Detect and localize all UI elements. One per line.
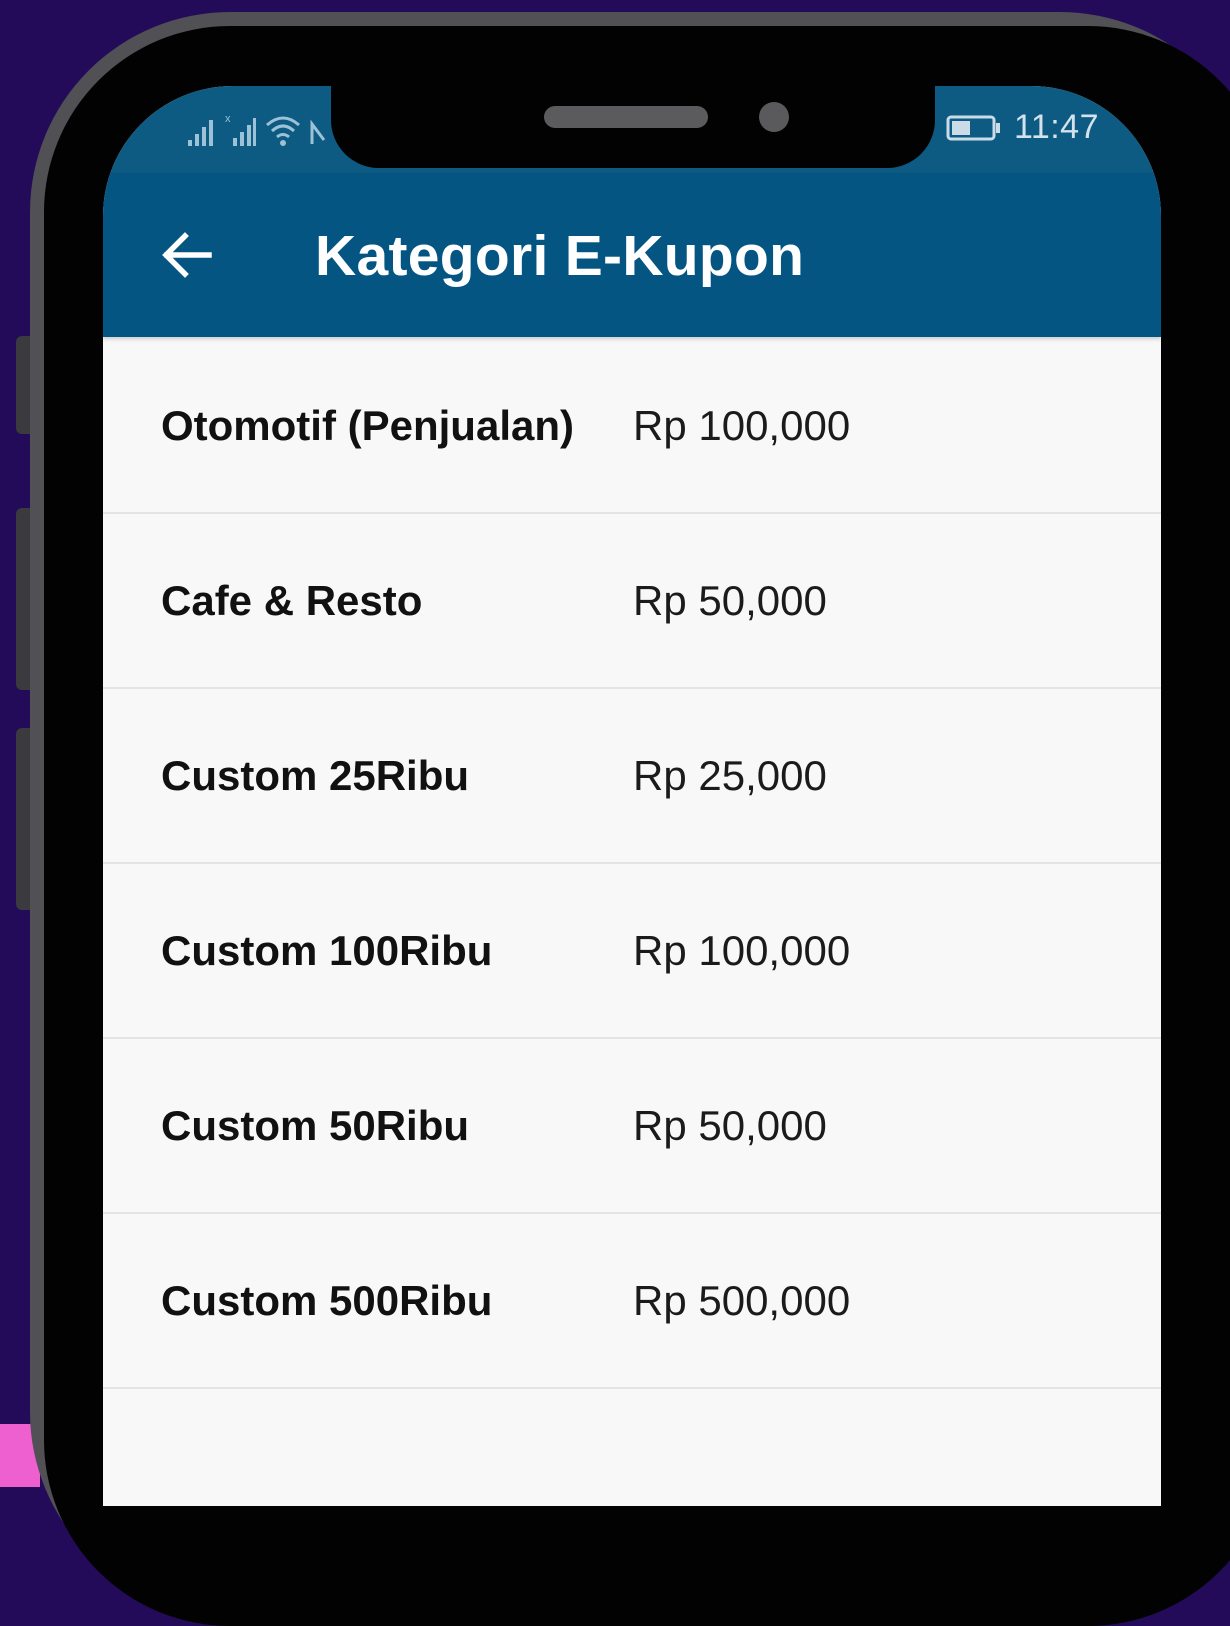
page-title: Kategori E-Kupon xyxy=(315,224,805,288)
item-price: Rp 100,000 xyxy=(633,402,851,449)
item-name: Custom 50Ribu xyxy=(161,1102,470,1149)
signal-icon xyxy=(188,120,213,146)
front-camera xyxy=(759,102,789,132)
item-price: Rp 25,000 xyxy=(633,752,827,799)
item-price: Rp 100,000 xyxy=(633,927,851,974)
battery-icon xyxy=(946,115,1000,140)
back-button[interactable] xyxy=(153,221,221,289)
item-name: Cafe & Resto xyxy=(161,577,423,624)
list-item[interactable]: Custom 100Ribu Rp 100,000 xyxy=(103,864,1161,1039)
arrow-left-icon xyxy=(162,232,212,278)
item-price: Rp 50,000 xyxy=(633,1102,827,1149)
item-name: Custom 500Ribu xyxy=(161,1277,493,1324)
item-name: Custom 100Ribu xyxy=(161,927,493,974)
phone-screen: x 11:47 Kategori E-Kupon Otomotif (Penju… xyxy=(103,86,1161,1506)
list-item[interactable]: Custom 25Ribu Rp 25,000 xyxy=(103,689,1161,864)
wifi-icon xyxy=(266,116,300,146)
nfc-icon xyxy=(310,119,326,144)
item-name: Custom 25Ribu xyxy=(161,752,470,799)
list-item[interactable]: Otomotif (Penjualan) Rp 100,000 xyxy=(103,339,1161,514)
status-icons-right: 11:47 xyxy=(946,108,1099,147)
phone-notch xyxy=(331,86,935,168)
app-bar: Kategori E-Kupon xyxy=(103,173,1161,337)
item-name: Otomotif (Penjualan) xyxy=(161,402,574,449)
signal-x-icon: x xyxy=(225,113,256,146)
coupon-category-list: Otomotif (Penjualan) Rp 100,000 Cafe & R… xyxy=(103,339,1161,1389)
item-price: Rp 50,000 xyxy=(633,577,827,624)
list-item[interactable]: Cafe & Resto Rp 50,000 xyxy=(103,514,1161,689)
list-item[interactable]: Custom 500Ribu Rp 500,000 xyxy=(103,1214,1161,1389)
item-price: Rp 500,000 xyxy=(633,1277,851,1324)
list-item[interactable]: Custom 50Ribu Rp 50,000 xyxy=(103,1039,1161,1214)
status-bar: x 11:47 xyxy=(103,86,1161,173)
status-time: 11:47 xyxy=(1013,108,1099,146)
speaker-grille xyxy=(544,106,708,128)
status-icons-left: x xyxy=(187,112,327,146)
svg-text:x: x xyxy=(225,113,231,125)
